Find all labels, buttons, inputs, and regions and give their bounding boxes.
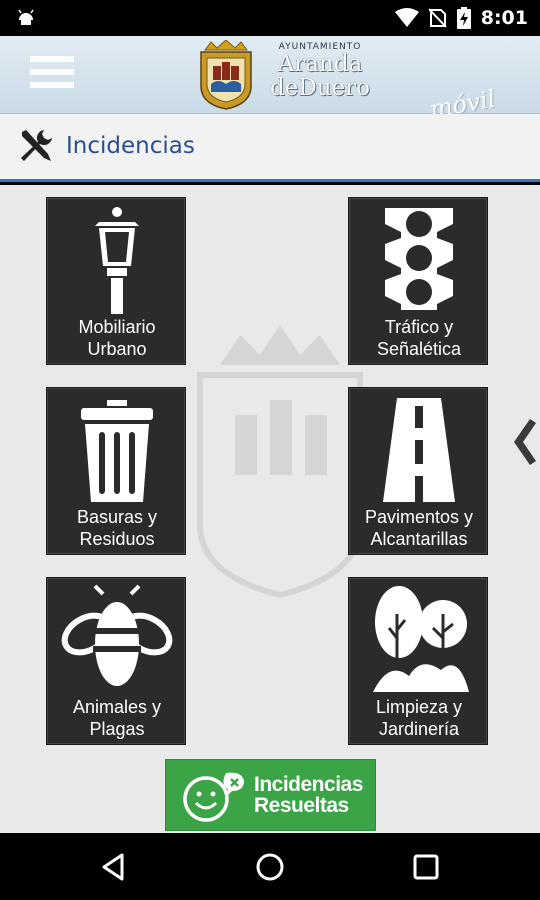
status-bar: 8:01 xyxy=(0,0,540,36)
street-lamp-icon xyxy=(95,207,139,314)
status-time: 8:01 xyxy=(480,7,528,29)
battery-charging-icon xyxy=(456,7,471,29)
section-header: Incidencias xyxy=(0,114,540,182)
tile-label: Limpieza y Jardinería xyxy=(375,697,463,739)
traffic-light-icon xyxy=(385,208,453,310)
hamburger-icon xyxy=(30,56,74,62)
section-title: Incidencias xyxy=(66,133,195,159)
android-icon xyxy=(18,9,34,25)
incidencias-resueltas-button[interactable]: Incidencias Resueltas xyxy=(165,759,376,831)
trees-icon xyxy=(373,586,469,692)
app-header: AYUNTAMIENTO Aranda deDuero móvil xyxy=(0,36,540,124)
tile-mobiliario-urbano[interactable]: Mobiliario Urbano xyxy=(46,197,186,365)
tile-limpieza-jardineria[interactable]: Limpieza y Jardinería xyxy=(348,577,488,745)
tools-icon xyxy=(21,130,52,161)
municipality-logo-text: AYUNTAMIENTO Aranda deDuero xyxy=(262,42,378,108)
hamburger-menu-button[interactable] xyxy=(30,56,74,92)
logo-line-1: Aranda xyxy=(277,51,363,77)
tile-label: Animales y Plagas xyxy=(72,697,162,739)
tile-label: Basuras y Residuos xyxy=(76,507,158,549)
bee-icon xyxy=(61,584,173,686)
tile-label: Mobiliario Urbano xyxy=(78,317,156,359)
resolved-button-label: Incidencias Resueltas xyxy=(254,773,363,817)
android-navigation-bar xyxy=(0,833,540,900)
tile-label: Tráfico y Señalética xyxy=(376,317,462,359)
coat-of-arms-logo xyxy=(200,40,252,110)
tile-pavimentos-alcantarillas[interactable]: Pavimentos y Alcantarillas xyxy=(348,387,488,555)
smiley-icon xyxy=(183,772,244,822)
chevron-left-icon[interactable] xyxy=(506,415,540,469)
incident-categories-panel: Mobiliario Urbano Tráfico y Señalética Bas… xyxy=(0,185,540,833)
wifi-icon xyxy=(394,8,419,27)
tile-trafico-senaletica[interactable]: Tráfico y Señalética xyxy=(348,197,488,365)
tile-basuras-residuos[interactable]: Basuras y Residuos xyxy=(46,387,186,555)
back-icon[interactable] xyxy=(98,851,130,883)
tile-animales-plagas[interactable]: Animales y Plagas xyxy=(46,577,186,745)
tile-label: Pavimentos y Alcantarillas xyxy=(364,507,474,549)
road-icon xyxy=(383,398,455,502)
logo-line-2: deDuero xyxy=(269,75,371,101)
home-icon[interactable] xyxy=(254,851,286,883)
recent-apps-icon[interactable] xyxy=(410,851,442,883)
trash-can-icon xyxy=(81,400,153,502)
no-sim-icon xyxy=(428,8,447,28)
